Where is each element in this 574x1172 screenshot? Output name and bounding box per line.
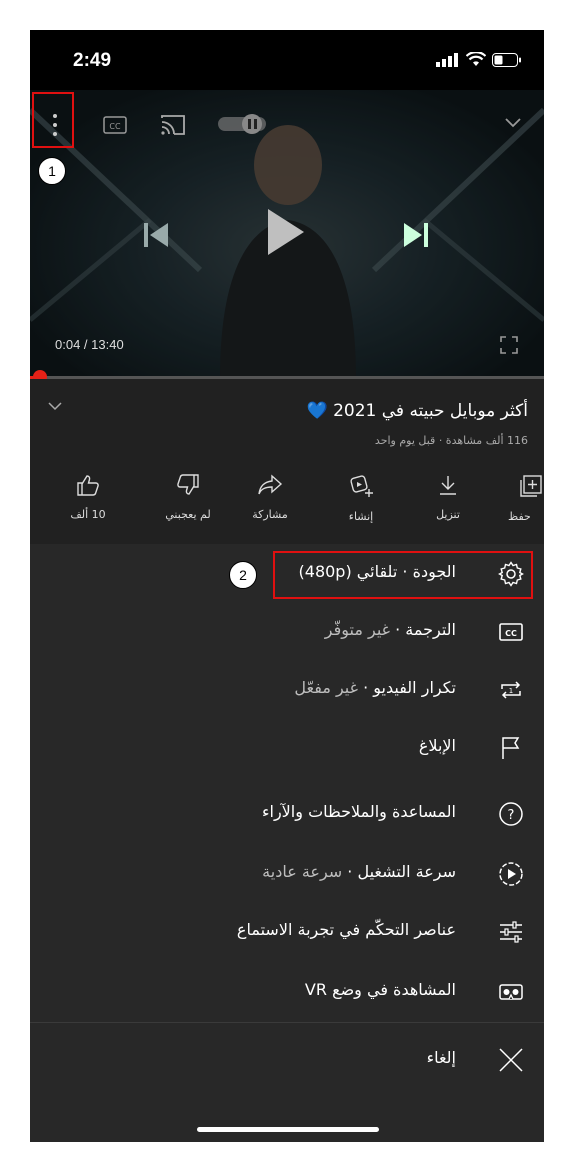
loop-label: تكرار الفيديو bbox=[373, 678, 456, 697]
play-icon[interactable] bbox=[266, 207, 306, 257]
loop-icon: 1 bbox=[501, 681, 521, 699]
annotation-badge-1: 1 bbox=[38, 157, 66, 185]
sliders-icon bbox=[500, 921, 522, 943]
wifi-icon bbox=[466, 52, 486, 66]
expand-chevron-icon[interactable] bbox=[48, 401, 62, 411]
video-player[interactable]: CC 0:04 / 13:40 bbox=[30, 90, 544, 378]
menu-item-captions[interactable]: CC الترجمة · غير متوفّر bbox=[30, 602, 544, 660]
menu-item-loop[interactable]: 1 تكرار الفيديو · غير مفعّل bbox=[30, 660, 544, 718]
menu-item-help[interactable]: ? المساعدة والملاحظات والآراء bbox=[30, 784, 544, 842]
thumbs-down-icon bbox=[177, 474, 199, 495]
create-icon bbox=[350, 475, 373, 497]
captions-label: الترجمة bbox=[405, 620, 456, 639]
download-icon bbox=[440, 476, 456, 495]
speed-label: سرعة التشغيل bbox=[357, 862, 456, 881]
help-icon: ? bbox=[499, 802, 523, 826]
svg-text:CC: CC bbox=[109, 122, 121, 131]
video-title[interactable]: أكثر موبايل حبيته في 2021 💙 bbox=[307, 401, 529, 421]
home-indicator[interactable] bbox=[197, 1127, 379, 1132]
menu-item-speed[interactable]: سرعة التشغيل · سرعة عادية bbox=[30, 844, 544, 902]
menu-divider bbox=[30, 1022, 544, 1023]
listening-label: عناصر التحكّم في تجربة الاستماع bbox=[236, 920, 456, 939]
signal-icon bbox=[436, 52, 458, 67]
annotation-box-2 bbox=[273, 551, 533, 599]
loop-value: غير مفعّل bbox=[294, 678, 358, 697]
like-count: 10 ألف bbox=[70, 508, 106, 521]
vr-label: المشاهدة في وضع VR bbox=[304, 980, 456, 999]
status-bar: 2:49 bbox=[30, 30, 544, 90]
fullscreen-icon[interactable] bbox=[500, 336, 518, 354]
playback-speed-icon bbox=[499, 862, 523, 886]
time-display: 0:04 / 13:40 bbox=[55, 337, 124, 352]
menu-item-listening-controls[interactable]: عناصر التحكّم في تجربة الاستماع bbox=[30, 902, 544, 960]
vr-headset-icon bbox=[499, 984, 523, 1000]
autoplay-toggle[interactable] bbox=[218, 113, 266, 135]
video-meta: 116 ألف مشاهدة · قبل يوم واحد bbox=[374, 434, 528, 447]
captions-icon[interactable]: CC bbox=[103, 116, 127, 134]
next-icon[interactable] bbox=[402, 222, 430, 248]
video-title-text: أكثر موبايل حبيته في 2021 bbox=[333, 401, 528, 421]
svg-text:?: ? bbox=[508, 808, 515, 823]
share-label: مشاركة bbox=[252, 508, 288, 521]
dislike-label: لم يعجبني bbox=[165, 508, 211, 521]
create-label: إنشاء bbox=[348, 510, 374, 523]
menu-item-report[interactable]: الإبلاغ bbox=[30, 718, 544, 776]
download-button[interactable]: تنزيل bbox=[408, 474, 488, 521]
share-button[interactable]: مشاركة bbox=[230, 474, 310, 521]
svg-text:CC: CC bbox=[505, 629, 517, 638]
thumbs-up-icon bbox=[77, 475, 99, 496]
save-icon bbox=[520, 475, 542, 497]
download-label: تنزيل bbox=[436, 508, 460, 521]
captions-value: غير متوفّر bbox=[324, 620, 391, 639]
action-bar: 10 ألف لم يعجبني مشاركة إنشاء تنزيل حفظ bbox=[30, 474, 544, 534]
flag-icon bbox=[502, 737, 520, 759]
svg-text:1: 1 bbox=[509, 687, 513, 695]
save-label: حفظ bbox=[508, 510, 531, 523]
battery-icon bbox=[492, 52, 521, 67]
cast-icon[interactable] bbox=[160, 114, 186, 136]
create-button[interactable]: إنشاء bbox=[321, 474, 401, 523]
captions-icon: CC bbox=[499, 623, 523, 641]
share-icon bbox=[258, 474, 283, 495]
like-button[interactable]: 10 ألف bbox=[48, 474, 128, 521]
report-label: الإبلاغ bbox=[418, 736, 456, 755]
minimize-chevron-icon[interactable] bbox=[504, 116, 522, 128]
save-button[interactable]: حفظ bbox=[494, 474, 544, 523]
options-menu-sheet: الجودة · تلقائي (480p) CC الترجمة · غير … bbox=[30, 544, 544, 1142]
dislike-button[interactable]: لم يعجبني bbox=[148, 474, 228, 521]
menu-item-cancel[interactable]: إلغاء bbox=[30, 1030, 544, 1088]
menu-item-vr[interactable]: المشاهدة في وضع VR bbox=[30, 962, 544, 1020]
cancel-label: إلغاء bbox=[426, 1048, 456, 1067]
close-icon bbox=[499, 1048, 523, 1072]
blue-heart-emoji: 💙 bbox=[306, 401, 328, 421]
help-label: المساعدة والملاحظات والآراء bbox=[261, 802, 456, 821]
annotation-badge-2: 2 bbox=[229, 561, 257, 589]
previous-icon[interactable] bbox=[142, 222, 170, 248]
status-time: 2:49 bbox=[73, 50, 112, 71]
speed-value: سرعة عادية bbox=[262, 862, 343, 881]
annotation-box-1 bbox=[32, 92, 74, 148]
video-info: أكثر موبايل حبيته في 2021 💙 116 ألف مشاه… bbox=[30, 379, 544, 544]
